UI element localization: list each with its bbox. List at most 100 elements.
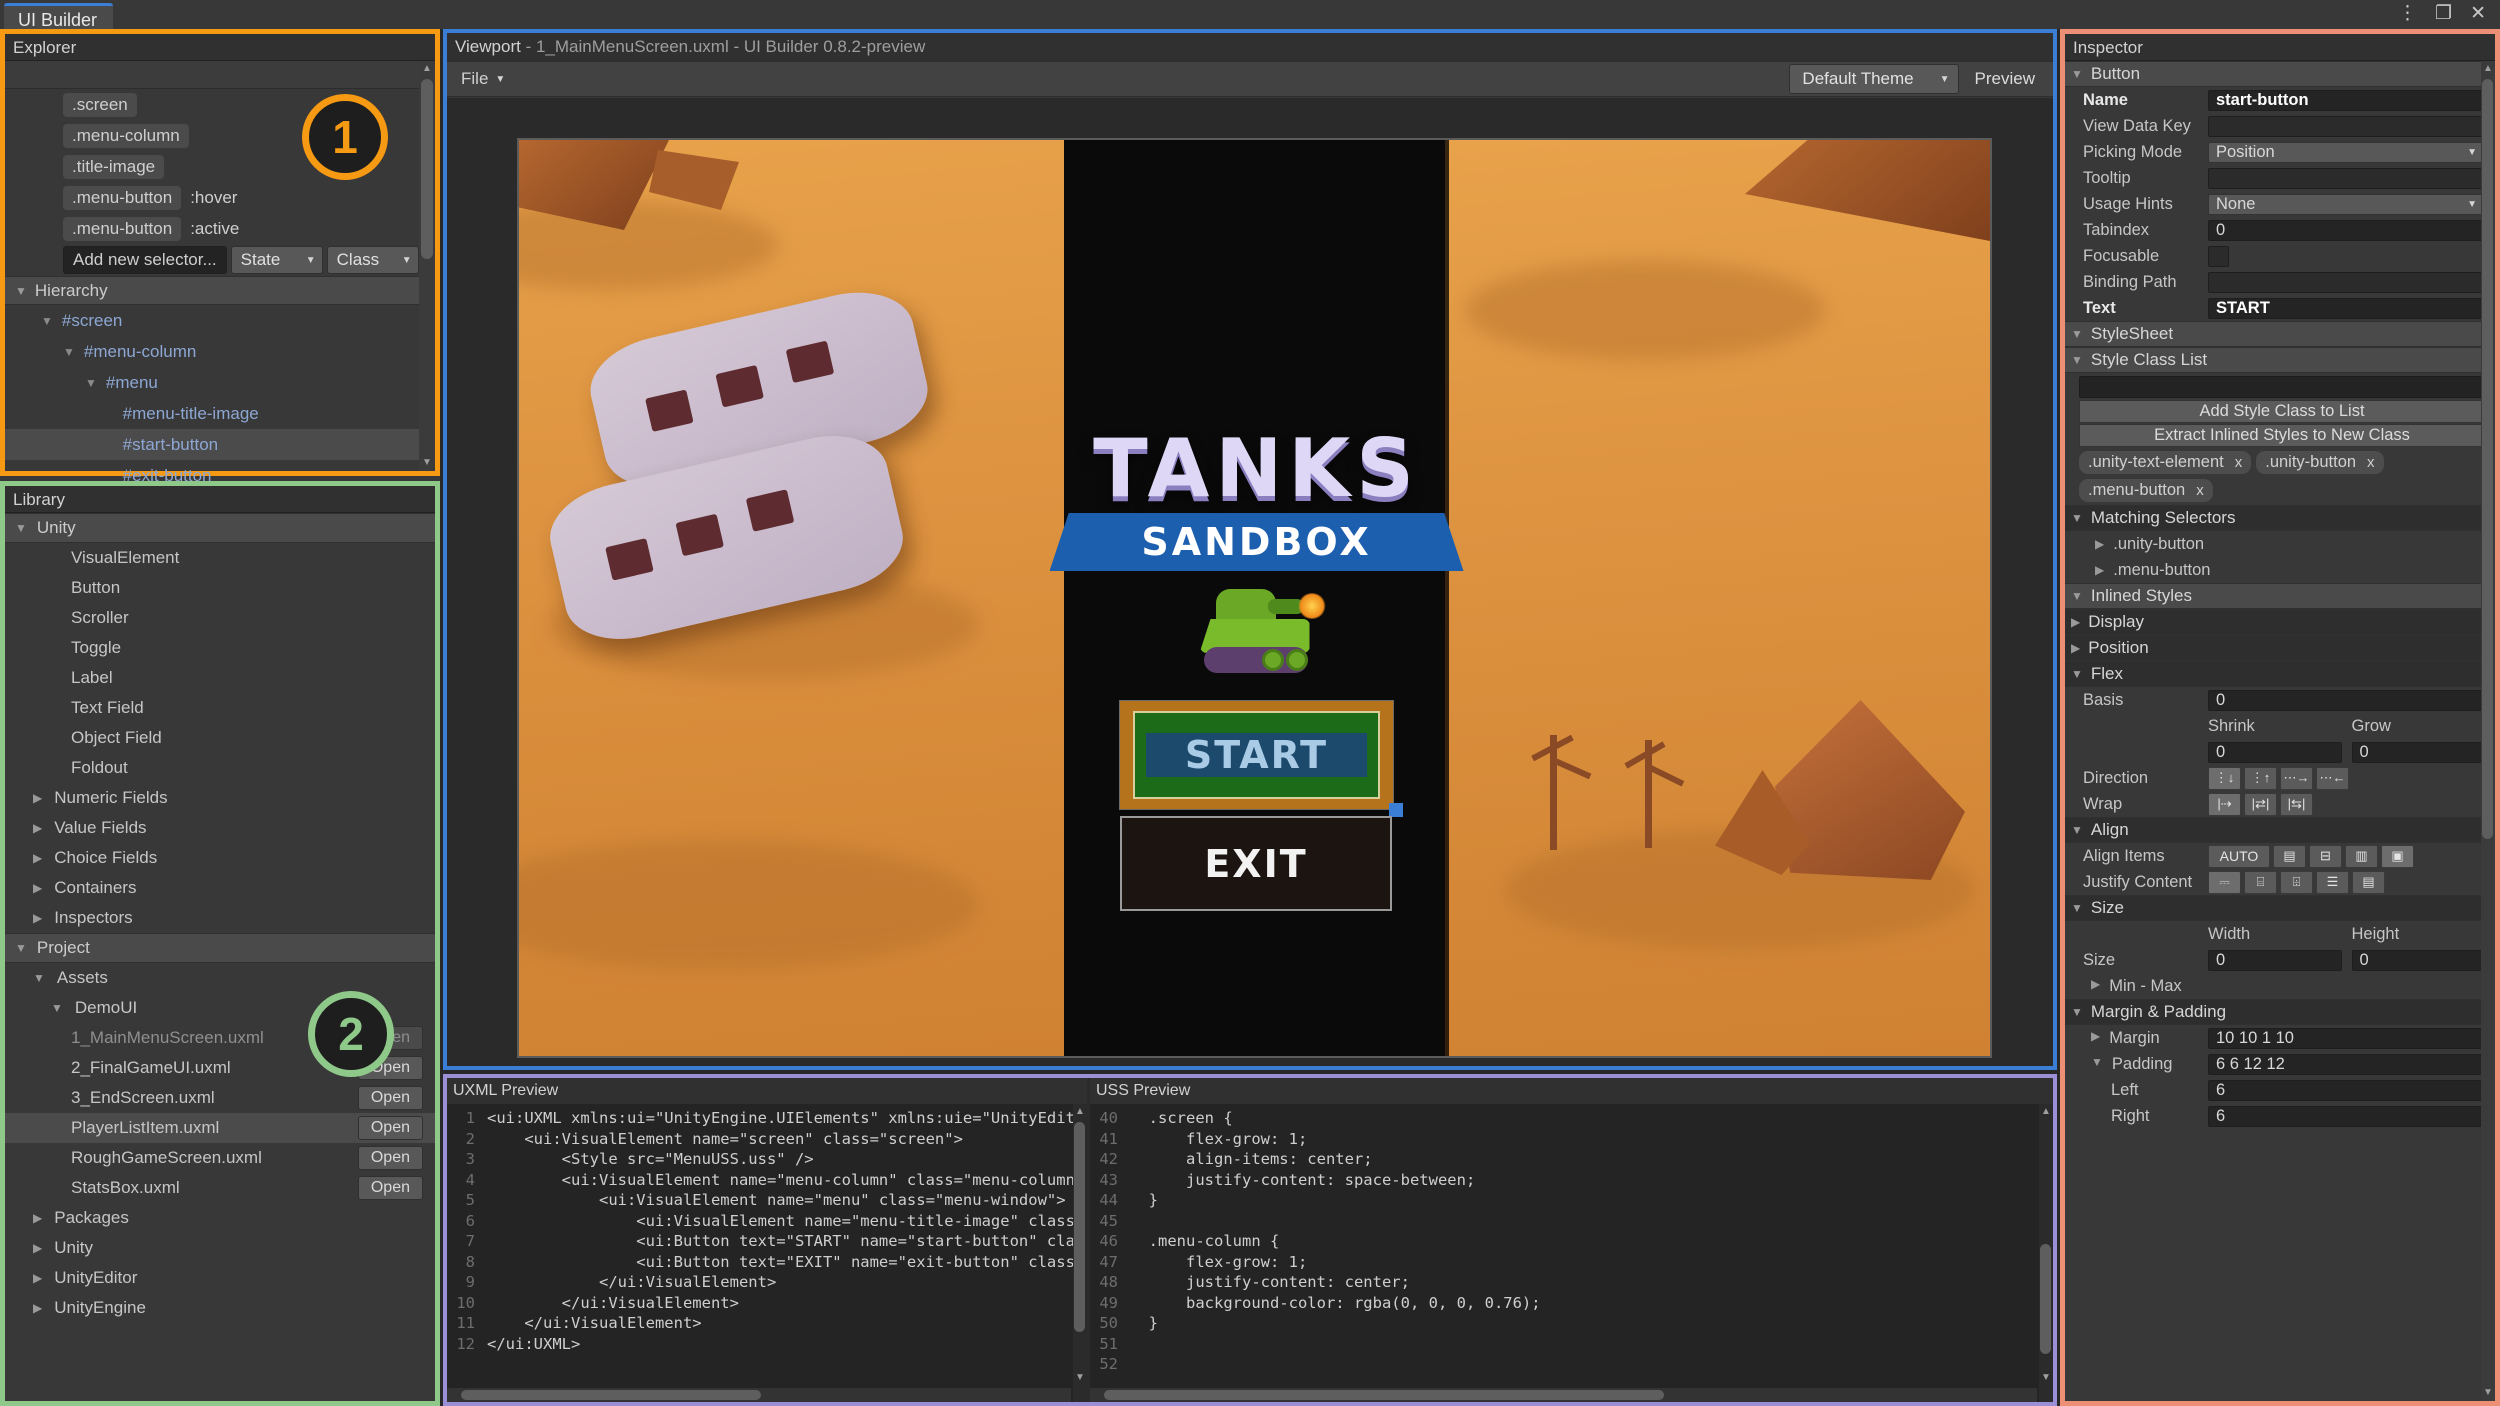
align-items-auto[interactable]: AUTO <box>2208 844 2270 868</box>
add-selector-input[interactable]: Add new selector... <box>63 246 227 274</box>
hierarchy-section-header[interactable]: ▼ Hierarchy <box>5 276 435 305</box>
library-item-numeric-fields[interactable]: ▶ Numeric Fields <box>5 783 435 813</box>
library-item-value-fields[interactable]: ▶ Value Fields <box>5 813 435 843</box>
project-file-row[interactable]: RoughGameScreen.uxml Open <box>5 1143 435 1173</box>
stylesheet-selector-row[interactable]: .menu-button:hover <box>5 182 435 213</box>
file-menu-button[interactable]: File ▼ <box>453 67 513 91</box>
stylesheet-selector-row[interactable]: .menu-button:active <box>5 213 435 244</box>
explorer-scrollbar[interactable]: ▲ ▼ <box>419 61 435 471</box>
flex-direction-row-reverse[interactable]: ⋯← <box>2316 766 2349 790</box>
library-item-foldout[interactable]: Foldout <box>5 753 435 783</box>
display-section-header[interactable]: ▶ Display <box>2065 609 2495 635</box>
flex-direction-column-reverse[interactable]: ⋮↑ <box>2244 766 2277 790</box>
button-section-header[interactable]: ▼ Button <box>2065 61 2495 87</box>
scroll-down-arrow-icon[interactable]: ▼ <box>2483 1387 2493 1399</box>
min-max-row[interactable]: ▶ Min - Max <box>2065 973 2495 999</box>
field-input[interactable] <box>2208 271 2485 293</box>
inspector-scrollbar[interactable]: ▲ ▼ <box>2481 61 2495 1401</box>
uxml-horizontal-scrollbar[interactable] <box>447 1388 1071 1402</box>
field-input[interactable]: start-button <box>2208 89 2485 111</box>
size-height-input[interactable]: 0 <box>2351 949 2485 971</box>
uxml-code-body[interactable]: 1 <ui:UXML xmlns:ui="UnityEngine.UIElemen… <box>447 1104 1087 1402</box>
flex-wrap-wrap-reverse[interactable]: |⇆| <box>2280 792 2313 816</box>
project-root-unityeditor[interactable]: ▶ UnityEditor <box>5 1263 435 1293</box>
flex-direction-row[interactable]: ⋯→ <box>2280 766 2313 790</box>
inspector-scroll-thumb[interactable] <box>2482 79 2493 839</box>
field-dropdown[interactable]: Position ▼ <box>2208 141 2485 163</box>
scroll-down-arrow-icon[interactable]: ▼ <box>2041 1372 2051 1384</box>
uxml-hscroll-thumb[interactable] <box>461 1390 761 1400</box>
library-item-inspectors[interactable]: ▶ Inspectors <box>5 903 435 933</box>
exit-button[interactable]: EXIT <box>1120 816 1392 911</box>
open-file-button[interactable]: Open <box>357 1176 423 1200</box>
add-style-class-button[interactable]: Add Style Class to List <box>2079 400 2485 423</box>
overflow-menu-icon[interactable]: ⋮ <box>2398 4 2417 23</box>
uss-horizontal-scrollbar[interactable] <box>1090 1388 2037 1402</box>
preview-button[interactable]: Preview <box>1963 65 2047 93</box>
justify-space-between[interactable]: ☰ <box>2316 870 2349 894</box>
project-file-row[interactable]: 3_EndScreen.uxml Open <box>5 1083 435 1113</box>
uss-code-body[interactable]: 40 .screen {41 flex-grow: 1; 42 align-ite… <box>1090 1104 2053 1402</box>
flex-direction-column[interactable]: ⋮↓ <box>2208 766 2241 790</box>
assets-folder-row[interactable]: ▼ Assets <box>5 963 435 993</box>
flex-wrap-nowrap[interactable]: |⇢ <box>2208 792 2241 816</box>
flex-grow-input[interactable]: 0 <box>2351 741 2485 763</box>
field-input[interactable]: 0 <box>2208 219 2485 241</box>
state-dropdown[interactable]: State ▼ <box>230 246 323 274</box>
library-item-choice-fields[interactable]: ▶ Choice Fields <box>5 843 435 873</box>
inlined-styles-header[interactable]: ▼ Inlined Styles <box>2065 583 2495 609</box>
remove-chip-icon[interactable]: x <box>2235 454 2243 471</box>
field-input[interactable] <box>2208 115 2485 137</box>
maximize-icon[interactable]: ❐ <box>2435 4 2452 23</box>
field-input[interactable] <box>2208 167 2485 189</box>
size-width-input[interactable]: 0 <box>2208 949 2342 971</box>
library-item-label[interactable]: Label <box>5 663 435 693</box>
size-section-header[interactable]: ▼ Size <box>2065 895 2495 921</box>
selection-resize-handle[interactable] <box>1389 803 1403 817</box>
scroll-up-arrow-icon[interactable]: ▲ <box>2483 63 2493 75</box>
style-class-chip[interactable]: .unity-button x <box>2256 451 2384 474</box>
justify-center[interactable]: ⌸ <box>2244 870 2277 894</box>
scroll-down-arrow-icon[interactable]: ▼ <box>422 457 432 469</box>
library-item-object-field[interactable]: Object Field <box>5 723 435 753</box>
tab-ui-builder[interactable]: UI Builder <box>4 3 114 30</box>
theme-dropdown[interactable]: Default Theme ▼ <box>1789 64 1959 94</box>
style-class-input[interactable] <box>2079 376 2485 398</box>
library-item-scroller[interactable]: Scroller <box>5 603 435 633</box>
library-item-toggle[interactable]: Toggle <box>5 633 435 663</box>
extract-inlined-styles-button[interactable]: Extract Inlined Styles to New Class <box>2079 424 2485 447</box>
triangle-right-icon[interactable]: ▶ <box>2091 1029 2100 1048</box>
hierarchy-item-menu-column[interactable]: ▼ #menu-column <box>5 336 435 367</box>
explorer-scroll-thumb[interactable] <box>421 79 433 259</box>
matching-selectors-header[interactable]: ▼ Matching Selectors <box>2065 505 2495 531</box>
flex-shrink-input[interactable]: 0 <box>2208 741 2342 763</box>
open-file-button[interactable]: Open <box>357 1116 423 1140</box>
padding-left-input[interactable]: 6 <box>2208 1079 2485 1101</box>
align-section-header[interactable]: ▼ Align <box>2065 817 2495 843</box>
hierarchy-item-screen[interactable]: ▼ #screen <box>5 305 435 336</box>
open-file-button[interactable]: Open <box>357 1146 423 1170</box>
matching-selector-row[interactable]: ▶ .unity-button <box>2065 531 2495 557</box>
justify-space-around[interactable]: ▤ <box>2352 870 2385 894</box>
uxml-scroll-thumb[interactable] <box>1074 1122 1085 1332</box>
uxml-vertical-scrollbar[interactable]: ▲ ▼ <box>1073 1104 1087 1402</box>
uss-hscroll-thumb[interactable] <box>1104 1390 1664 1400</box>
library-item-text-field[interactable]: Text Field <box>5 693 435 723</box>
project-root-unityengine[interactable]: ▶ UnityEngine <box>5 1293 435 1323</box>
library-item-containers[interactable]: ▶ Containers <box>5 873 435 903</box>
padding-input[interactable]: 6 6 12 12 <box>2208 1053 2485 1075</box>
uss-scroll-thumb[interactable] <box>2040 1244 2051 1354</box>
align-items-center[interactable]: ⊟ <box>2309 844 2342 868</box>
style-class-chip[interactable]: .unity-text-element x <box>2079 451 2252 474</box>
triangle-down-icon[interactable]: ▼ <box>2091 1055 2103 1074</box>
scroll-down-arrow-icon[interactable]: ▼ <box>1075 1372 1085 1384</box>
start-button[interactable]: START <box>1133 711 1380 799</box>
margin-padding-section-header[interactable]: ▼ Margin & Padding <box>2065 999 2495 1025</box>
remove-chip-icon[interactable]: x <box>2367 454 2375 471</box>
remove-chip-icon[interactable]: x <box>2196 482 2204 499</box>
class-dropdown[interactable]: Class ▼ <box>326 246 419 274</box>
focusable-checkbox[interactable] <box>2208 245 2229 267</box>
viewport-canvas[interactable]: TANKS SANDBOX START EXIT <box>447 98 2343 1066</box>
justify-flex-start[interactable]: ⎓ <box>2208 870 2241 894</box>
project-root-unity[interactable]: ▶ Unity <box>5 1233 435 1263</box>
